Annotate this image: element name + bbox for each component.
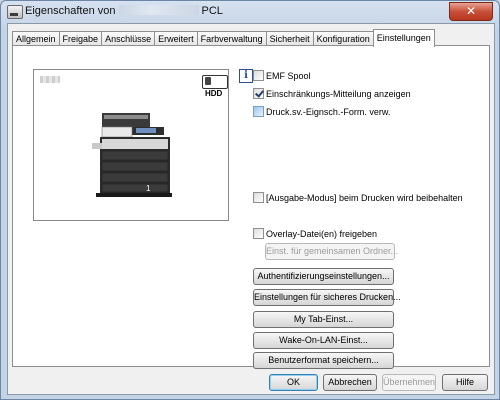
cancel-button[interactable]: Abbrechen bbox=[323, 374, 377, 391]
printer-properties-window: Eigenschaften von PCL ✕ Allgemein Freigab… bbox=[0, 0, 500, 400]
overlay-share-option[interactable]: Overlay-Datei(en) freigeben bbox=[253, 228, 377, 242]
hdd-badge: HDD bbox=[202, 75, 228, 98]
overlay-share-label: Overlay-Datei(en) freigeben bbox=[266, 229, 378, 239]
output-mode-checkbox[interactable] bbox=[253, 192, 264, 203]
restriction-notice-option[interactable]: Einschränkungs-Mitteilung anzeigen bbox=[253, 88, 411, 102]
redacted-printer-name bbox=[118, 5, 199, 15]
printer-preview: HDD 1 bbox=[33, 69, 229, 221]
emf-spool-checkbox[interactable] bbox=[253, 70, 264, 81]
apply-button[interactable]: Übernehmen bbox=[382, 374, 436, 391]
output-mode-option[interactable]: [Ausgabe-Modus] beim Drucken wird beibeh… bbox=[253, 192, 463, 206]
print-form-label: Druck.sv.-Eignsch.-Form. verw. bbox=[266, 107, 391, 117]
print-form-checkbox[interactable] bbox=[253, 106, 264, 117]
close-button[interactable]: ✕ bbox=[449, 2, 493, 21]
shared-folder-settings-button[interactable]: Einst. für gemeinsamen Ordner... bbox=[265, 243, 398, 260]
settings-panel: HDD 1 i EMF Spool Einschränkungs-Mitteil… bbox=[12, 45, 490, 369]
hdd-label: HDD bbox=[205, 89, 223, 98]
my-tab-settings-button[interactable]: My Tab-Einst... bbox=[253, 311, 394, 328]
secure-print-settings-button[interactable]: Einstellungen für sicheres Drucken... bbox=[253, 289, 401, 306]
emf-spool-label: EMF Spool bbox=[266, 71, 311, 81]
window-title-prefix: Eigenschaften von bbox=[25, 5, 116, 17]
restriction-notice-checkbox[interactable] bbox=[253, 88, 264, 99]
save-custom-format-button[interactable]: Benutzerformat speichern... bbox=[253, 352, 394, 369]
help-button[interactable]: Hilfe bbox=[442, 374, 488, 391]
ok-button[interactable]: OK bbox=[269, 374, 318, 391]
printer-app-icon bbox=[7, 5, 23, 19]
title-bar[interactable]: Eigenschaften von PCL ✕ bbox=[1, 1, 499, 23]
restriction-notice-label: Einschränkungs-Mitteilung anzeigen bbox=[266, 89, 411, 99]
print-form-option[interactable]: Druck.sv.-Eignsch.-Form. verw. bbox=[253, 106, 390, 120]
authentication-settings-button[interactable]: Authentifizierungseinstellungen... bbox=[253, 268, 394, 285]
dialog-client-area: Allgemein Freigabe Anschlüsse Erweitert … bbox=[7, 23, 495, 395]
wake-on-lan-settings-button[interactable]: Wake-On-LAN-Einst... bbox=[253, 332, 394, 349]
window-title: Eigenschaften von PCL bbox=[25, 5, 223, 17]
tab-einstellungen[interactable]: Einstellungen bbox=[372, 29, 435, 47]
tab-strip: Allgemein Freigabe Anschlüsse Erweitert … bbox=[12, 29, 435, 47]
redacted-model-label bbox=[40, 76, 60, 83]
info-icon[interactable]: i bbox=[239, 69, 253, 83]
window-title-suffix: PCL bbox=[201, 5, 223, 17]
hdd-icon bbox=[205, 77, 211, 85]
tray-number-label: 1 bbox=[146, 184, 151, 193]
output-mode-label: [Ausgabe-Modus] beim Drucken wird beibeh… bbox=[266, 193, 463, 203]
overlay-share-checkbox[interactable] bbox=[253, 228, 264, 239]
emf-spool-option[interactable]: EMF Spool bbox=[253, 70, 311, 84]
printer-image: 1 bbox=[92, 113, 172, 197]
